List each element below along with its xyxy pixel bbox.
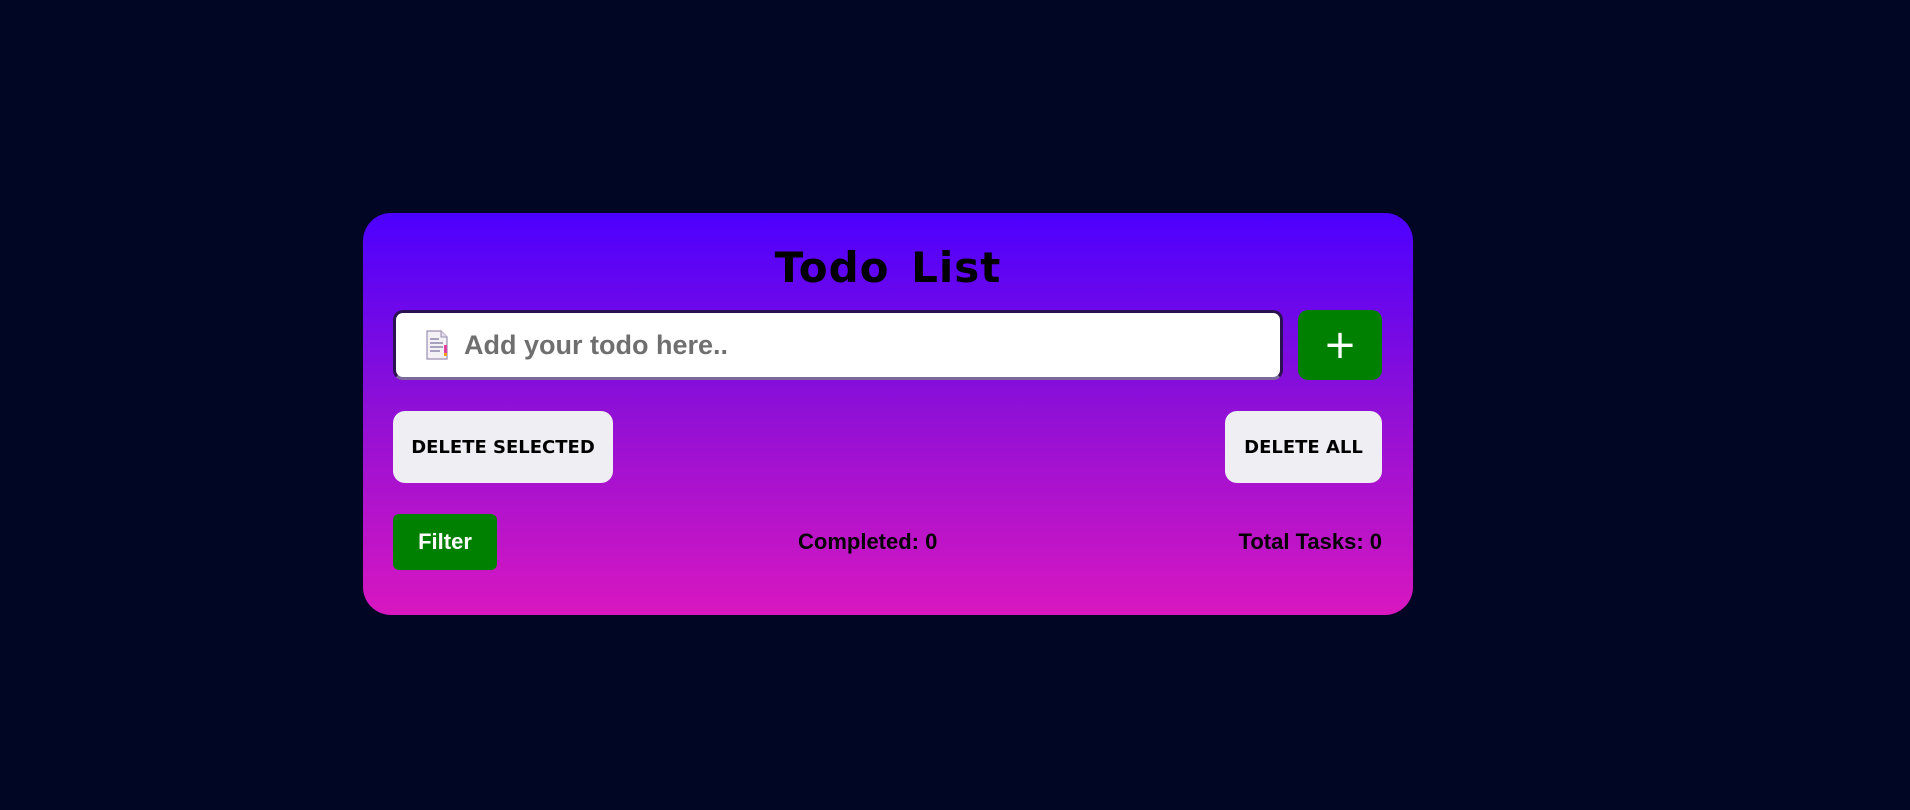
filter-button[interactable]: Filter (393, 514, 497, 570)
total-tasks-count: Total Tasks: 0 (1238, 529, 1382, 554)
completed-count: Completed: 0 (798, 529, 938, 554)
delete-selected-button[interactable]: DELETE SELECTED (393, 411, 613, 483)
todo-card: Todo List + DELETE SELECTED DELETE ALL F… (363, 213, 1413, 615)
todo-input-container[interactable] (393, 310, 1283, 380)
delete-all-button[interactable]: DELETE ALL (1225, 411, 1382, 483)
add-todo-button[interactable]: + (1298, 310, 1382, 380)
notepad-icon (426, 330, 448, 360)
todo-input[interactable] (464, 320, 1244, 370)
page-title: Todo List (774, 243, 1002, 292)
